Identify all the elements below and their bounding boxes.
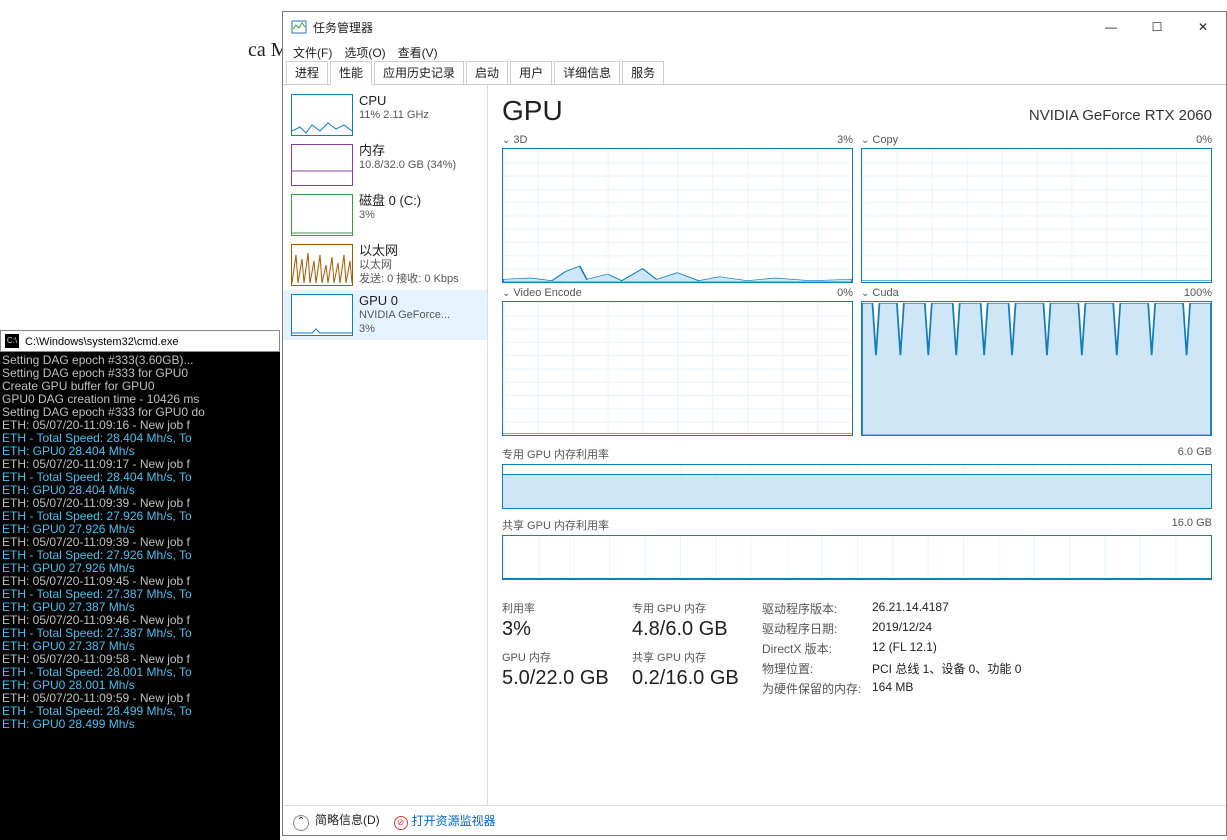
chart-video-encode-pct: 0% [837, 287, 853, 299]
chart-3d[interactable] [502, 148, 853, 283]
chart-video-encode-label[interactable]: Video Encode [502, 287, 582, 299]
chart-cuda-pct: 100% [1184, 287, 1212, 299]
driver-info-value: 12 (FL 12.1) [872, 640, 937, 657]
gpu-memory-label: GPU 内存 [502, 649, 632, 665]
tab[interactable]: 应用历史记录 [374, 61, 464, 84]
utilization-label: 利用率 [502, 600, 632, 616]
sidebar-thumb [291, 194, 353, 236]
open-resource-monitor-link[interactable]: 打开资源监视器 [394, 812, 496, 830]
driver-info-key: 驱动程序日期: [762, 620, 872, 637]
dedicated-memory-max: 6.0 GB [1178, 446, 1212, 462]
chart-copy-label[interactable]: Copy [861, 134, 898, 146]
tm-title-text: 任务管理器 [313, 19, 373, 36]
page-title: GPU [502, 95, 563, 127]
chart-3d-pct: 3% [837, 134, 853, 146]
tab[interactable]: 启动 [466, 61, 508, 84]
utilization-value: 3% [502, 618, 632, 641]
shared-memory-max: 16.0 GB [1172, 517, 1212, 533]
fewer-details-button[interactable]: 简略信息(D) [293, 811, 380, 831]
tab[interactable]: 服务 [622, 61, 664, 84]
dedicated-gpu-mem-value: 4.8/6.0 GB [632, 618, 762, 641]
tab[interactable]: 用户 [510, 61, 552, 84]
sidebar-item[interactable]: 内存10.8/32.0 GB (34%) [283, 140, 487, 190]
tm-tabstrip[interactable]: 进程性能应用历史记录启动用户详细信息服务 [283, 62, 1226, 85]
driver-info-value: 164 MB [872, 680, 913, 697]
task-manager-window[interactable]: 任务管理器 — ☐ ✕ 文件(F)选项(O) 查看(V) 进程性能应用历史记录启动… [282, 11, 1227, 836]
sidebar-thumb [291, 144, 353, 186]
chart-3d-label[interactable]: 3D [502, 134, 527, 146]
menu-item[interactable]: 选项(O) [340, 44, 389, 61]
driver-info-value: 2019/12/24 [872, 620, 932, 637]
tab[interactable]: 详细信息 [554, 61, 620, 84]
dedicated-gpu-mem-label: 专用 GPU 内存 [632, 600, 762, 616]
close-button[interactable]: ✕ [1180, 12, 1226, 42]
sidebar-item[interactable]: CPU11% 2.11 GHz [283, 90, 487, 140]
maximize-button[interactable]: ☐ [1134, 12, 1180, 42]
shared-gpu-mem-label: 共享 GPU 内存 [632, 649, 762, 665]
sidebar-item[interactable]: 以太网以太网发送: 0 接收: 0 Kbps [283, 240, 487, 290]
cmd-output: Setting DAG epoch #333(3.60GB)...Setting… [0, 352, 280, 733]
sidebar-item[interactable]: GPU 0NVIDIA GeForce...3% [283, 290, 487, 340]
chart-video-encode[interactable] [502, 301, 853, 436]
gpu-model-name: NVIDIA GeForce RTX 2060 [1029, 107, 1212, 124]
tm-titlebar[interactable]: 任务管理器 — ☐ ✕ [283, 12, 1226, 42]
chart-copy-pct: 0% [1196, 134, 1212, 146]
tab[interactable]: 进程 [286, 61, 328, 84]
sidebar-thumb [291, 294, 353, 336]
shared-memory-chart[interactable] [502, 535, 1212, 580]
driver-info-value: PCI 总线 1、设备 0、功能 0 [872, 660, 1021, 677]
chart-cuda[interactable] [861, 301, 1212, 436]
performance-sidebar[interactable]: CPU11% 2.11 GHz 内存10.8/32.0 GB (34%) 磁盘 … [283, 85, 488, 805]
tab[interactable]: 性能 [330, 61, 372, 85]
shared-gpu-mem-value: 0.2/16.0 GB [632, 667, 762, 690]
driver-info-key: 为硬件保留的内存: [762, 680, 872, 697]
cmd-window[interactable]: C:\Windows\system32\cmd.exe Setting DAG … [0, 330, 280, 840]
chart-cuda-label[interactable]: Cuda [861, 287, 899, 299]
menu-item[interactable]: 文件(F) [289, 44, 336, 61]
shared-memory-label: 共享 GPU 内存利用率 [502, 517, 609, 533]
sidebar-item[interactable]: 磁盘 0 (C:)3% [283, 190, 487, 240]
cmd-titlebar[interactable]: C:\Windows\system32\cmd.exe [0, 330, 280, 352]
minimize-button[interactable]: — [1088, 12, 1134, 42]
driver-info-value: 26.21.14.4187 [872, 600, 949, 617]
task-manager-icon [291, 19, 307, 35]
dedicated-memory-chart[interactable] [502, 464, 1212, 509]
menu-item[interactable]: 查看(V) [394, 44, 442, 61]
gpu-memory-value: 5.0/22.0 GB [502, 667, 632, 690]
sidebar-thumb [291, 244, 353, 286]
driver-info-key: DirectX 版本: [762, 640, 872, 657]
driver-info-key: 物理位置: [762, 660, 872, 677]
chart-copy[interactable] [861, 148, 1212, 283]
sidebar-thumb [291, 94, 353, 136]
dedicated-memory-label: 专用 GPU 内存利用率 [502, 446, 609, 462]
driver-info-key: 驱动程序版本: [762, 600, 872, 617]
tm-menubar[interactable]: 文件(F)选项(O) 查看(V) [283, 42, 1226, 62]
